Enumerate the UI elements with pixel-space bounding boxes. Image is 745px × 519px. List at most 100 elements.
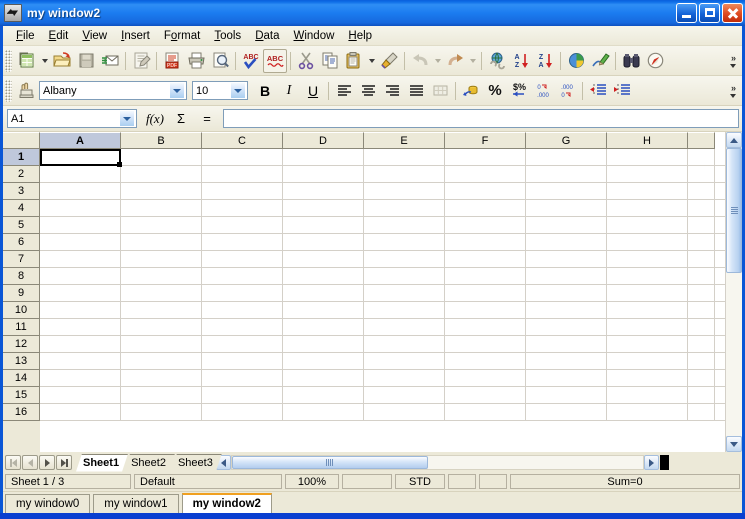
cell-A8[interactable]: [40, 268, 121, 284]
status-insert-mode[interactable]: [342, 474, 392, 489]
row-header-1[interactable]: 1: [3, 149, 40, 166]
cell-H13[interactable]: [607, 353, 688, 369]
horizontal-scroll-track[interactable]: [230, 455, 644, 470]
status-sheet-position[interactable]: Sheet 1 / 3: [5, 474, 131, 489]
cell-F2[interactable]: [445, 166, 526, 182]
sheet-tab-sheet1[interactable]: Sheet1: [76, 454, 128, 472]
currency-format-button[interactable]: [459, 79, 483, 103]
cell-C6[interactable]: [202, 234, 283, 250]
cell-G1[interactable]: [526, 149, 607, 165]
cell-C3[interactable]: [202, 183, 283, 199]
cell-D12[interactable]: [283, 336, 364, 352]
cell-B2[interactable]: [121, 166, 202, 182]
row-header-13[interactable]: 13: [3, 353, 40, 370]
cell-E13[interactable]: [364, 353, 445, 369]
horizontal-scroll-thumb[interactable]: [231, 456, 428, 469]
cell-C16[interactable]: [202, 404, 283, 420]
print-button[interactable]: [184, 49, 208, 73]
cell-A4[interactable]: [40, 200, 121, 216]
row-header-12[interactable]: 12: [3, 336, 40, 353]
function-equals-button[interactable]: =: [194, 108, 220, 130]
copy-button[interactable]: [318, 49, 342, 73]
autospellcheck-button[interactable]: ABC: [263, 48, 287, 73]
sum-button[interactable]: Σ: [168, 108, 194, 130]
cell-H4[interactable]: [607, 200, 688, 216]
cell-D2[interactable]: [283, 166, 364, 182]
scroll-up-button[interactable]: [726, 132, 742, 148]
align-right-button[interactable]: [380, 79, 404, 103]
standard-format-button[interactable]: $%: [507, 79, 531, 103]
row-header-14[interactable]: 14: [3, 370, 40, 387]
column-header-h[interactable]: H: [607, 132, 688, 149]
row-header-5[interactable]: 5: [3, 217, 40, 234]
cell-B14[interactable]: [121, 370, 202, 386]
menu-help[interactable]: Help: [341, 28, 379, 44]
cell-F4[interactable]: [445, 200, 526, 216]
cell-C7[interactable]: [202, 251, 283, 267]
row-header-8[interactable]: 8: [3, 268, 40, 285]
cell-G7[interactable]: [526, 251, 607, 267]
paste-button[interactable]: [342, 49, 366, 73]
cell-D6[interactable]: [283, 234, 364, 250]
cell-B5[interactable]: [121, 217, 202, 233]
cell-F14[interactable]: [445, 370, 526, 386]
row-header-7[interactable]: 7: [3, 251, 40, 268]
cell-D10[interactable]: [283, 302, 364, 318]
export-pdf-button[interactable]: PDF: [160, 49, 184, 73]
cell-E10[interactable]: [364, 302, 445, 318]
cell-E4[interactable]: [364, 200, 445, 216]
cell-D13[interactable]: [283, 353, 364, 369]
cell-E14[interactable]: [364, 370, 445, 386]
cell-partial[interactable]: [688, 217, 715, 233]
align-justified-button[interactable]: [404, 79, 428, 103]
cell-G8[interactable]: [526, 268, 607, 284]
cell-reference-box[interactable]: A1: [7, 109, 137, 128]
row-header-4[interactable]: 4: [3, 200, 40, 217]
cell-E16[interactable]: [364, 404, 445, 420]
cell-C2[interactable]: [202, 166, 283, 182]
cell-E11[interactable]: [364, 319, 445, 335]
cell-H10[interactable]: [607, 302, 688, 318]
vertical-scroll-track[interactable]: [726, 148, 742, 436]
scroll-down-button[interactable]: [726, 436, 742, 452]
align-left-button[interactable]: [332, 79, 356, 103]
cell-B3[interactable]: [121, 183, 202, 199]
cell-partial[interactable]: [688, 285, 715, 301]
cell-B1[interactable]: [121, 149, 202, 165]
cell-B16[interactable]: [121, 404, 202, 420]
column-header-c[interactable]: C: [202, 132, 283, 149]
cell-A3[interactable]: [40, 183, 121, 199]
hyperlink-button[interactable]: [485, 49, 509, 73]
column-header-partial[interactable]: [688, 132, 715, 149]
scroll-right-button[interactable]: [643, 455, 659, 470]
status-summary[interactable]: Sum=0: [510, 474, 740, 489]
cell-F7[interactable]: [445, 251, 526, 267]
cell-A5[interactable]: [40, 217, 121, 233]
cell-F11[interactable]: [445, 319, 526, 335]
cell-A6[interactable]: [40, 234, 121, 250]
font-size-combo[interactable]: 10: [192, 81, 248, 100]
row-header-3[interactable]: 3: [3, 183, 40, 200]
cell-H15[interactable]: [607, 387, 688, 403]
row-header-16[interactable]: 16: [3, 404, 40, 421]
cell-D9[interactable]: [283, 285, 364, 301]
cell-partial[interactable]: [688, 251, 715, 267]
cell-G2[interactable]: [526, 166, 607, 182]
cell-grid[interactable]: [40, 149, 725, 452]
underline-button[interactable]: U: [301, 79, 325, 102]
font-name-combo[interactable]: Albany: [39, 81, 187, 100]
sort-ascending-button[interactable]: A Z: [509, 49, 533, 73]
cell-partial[interactable]: [688, 183, 715, 199]
cell-C5[interactable]: [202, 217, 283, 233]
cell-E8[interactable]: [364, 268, 445, 284]
column-header-g[interactable]: G: [526, 132, 607, 149]
column-header-a[interactable]: A: [40, 132, 121, 149]
row-header-15[interactable]: 15: [3, 387, 40, 404]
cell-partial[interactable]: [688, 234, 715, 250]
find-replace-button[interactable]: [619, 49, 643, 73]
cell-partial[interactable]: [688, 200, 715, 216]
cell-E5[interactable]: [364, 217, 445, 233]
cell-G3[interactable]: [526, 183, 607, 199]
cell-F9[interactable]: [445, 285, 526, 301]
paste-dropdown[interactable]: [366, 49, 377, 73]
